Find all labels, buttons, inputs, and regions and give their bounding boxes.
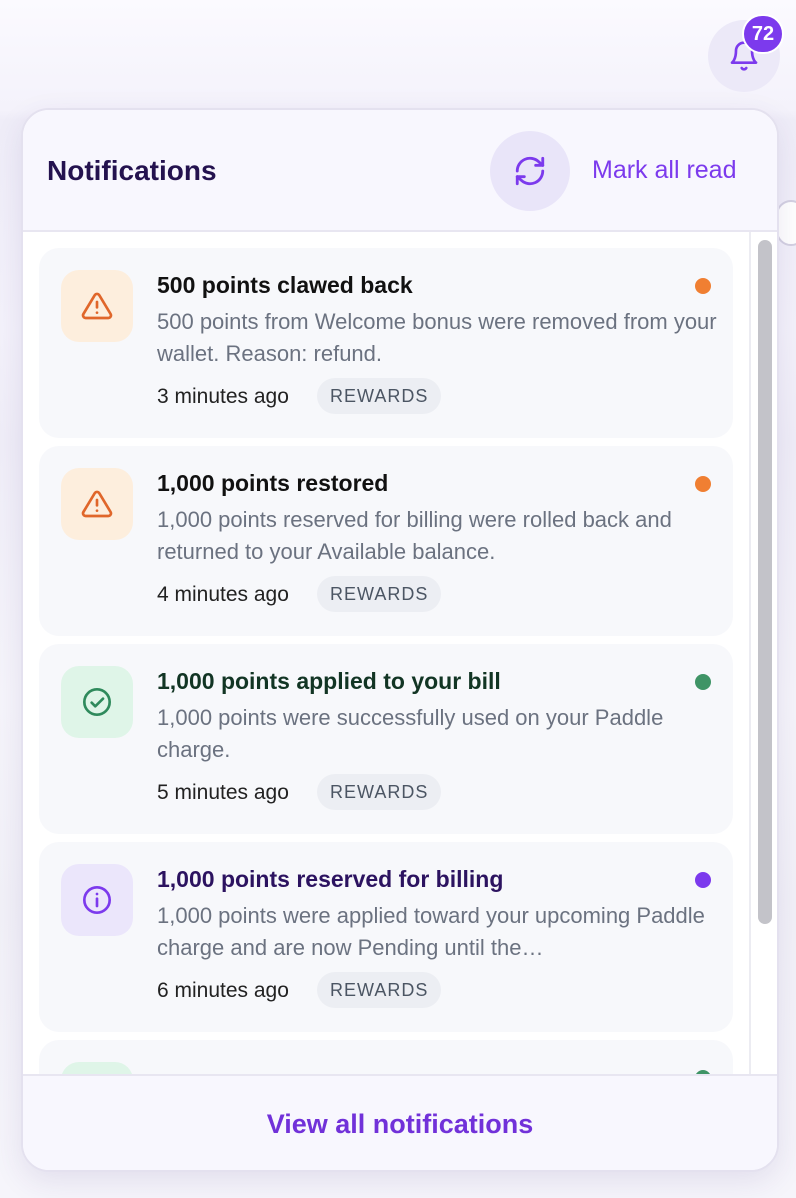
notification-time: 6 minutes ago [157, 979, 289, 1002]
scrollbar-thumb[interactable] [758, 240, 772, 924]
notification-body: 1,000 points were successfully used on y… [157, 705, 664, 762]
notification-card[interactable]: 500 points clawed back 500 points from W… [39, 248, 733, 438]
notification-card[interactable]: 1,000 points applied to your bill 1,000 … [39, 644, 733, 834]
notifications-panel: Notifications Mark all read 500 points c… [21, 108, 779, 1172]
background-control [776, 200, 796, 246]
notification-card[interactable]: 1,000 points restored 1,000 points reser… [39, 446, 733, 636]
notification-title: 1,000 points restored [157, 470, 389, 496]
notification-icon-box [61, 864, 133, 936]
panel-footer: View all notifications [23, 1074, 777, 1170]
warning-icon [81, 290, 113, 322]
notification-title: 1,000 points reserved for billing [157, 866, 504, 892]
info-icon [81, 884, 113, 916]
notification-title: 1,000 points applied to your bill [157, 668, 501, 694]
notification-time: 5 minutes ago [157, 781, 289, 804]
refresh-button[interactable] [490, 131, 570, 211]
warning-icon [81, 488, 113, 520]
refresh-icon [515, 156, 545, 186]
notification-tag: REWARDS [317, 576, 442, 612]
panel-title: Notifications [47, 155, 217, 186]
notification-body: 500 points from Welcome bonus were remov… [157, 309, 717, 366]
unread-count-badge: 72 [742, 14, 784, 54]
notification-body: 1,000 points were applied toward your up… [157, 903, 705, 960]
notification-tag: REWARDS [317, 774, 442, 810]
notification-card[interactable]: 1,000 points reserved for billing 1,000 … [39, 842, 733, 1032]
notification-icon-box [61, 1062, 133, 1074]
notification-tag: REWARDS [317, 378, 442, 414]
notification-card-partial[interactable] [39, 1040, 733, 1074]
mark-all-read-button[interactable]: Mark all read [592, 156, 737, 185]
notification-body: 1,000 points reserved for billing were r… [157, 507, 672, 564]
notifications-list[interactable]: 500 points clawed back 500 points from W… [23, 232, 777, 1074]
unread-dot [695, 872, 711, 888]
notification-time: 3 minutes ago [157, 385, 289, 408]
unread-dot [695, 674, 711, 690]
panel-header: Notifications Mark all read [23, 110, 777, 232]
notification-title: 500 points clawed back [157, 272, 413, 298]
check-circle-icon [81, 686, 113, 718]
unread-dot [695, 278, 711, 294]
scrollbar-track [749, 232, 751, 1074]
notification-icon-box [61, 270, 133, 342]
notification-icon-box [61, 468, 133, 540]
notification-icon-box [61, 666, 133, 738]
notification-tag: REWARDS [317, 972, 442, 1008]
view-all-notifications-link[interactable]: View all notifications [267, 1109, 534, 1140]
notification-time: 4 minutes ago [157, 583, 289, 606]
unread-dot [695, 476, 711, 492]
